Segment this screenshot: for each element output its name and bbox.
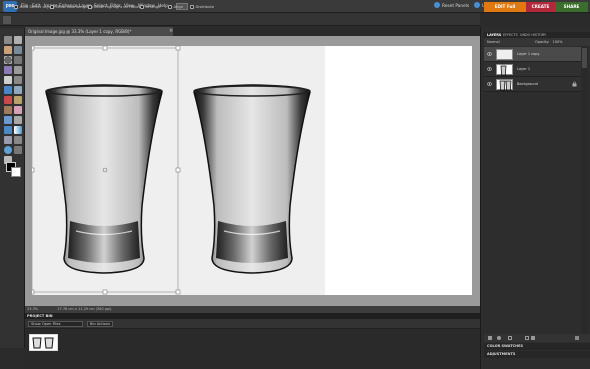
new-layer-icon[interactable] (488, 336, 492, 340)
healing-brush-tool-icon[interactable] (14, 96, 22, 104)
highlight-checkbox[interactable] (88, 4, 92, 9)
transform-handle[interactable] (102, 46, 108, 51)
lock-transparent-icon[interactable] (525, 336, 529, 340)
auto-select-layer-option[interactable]: Auto Select Layer (14, 4, 53, 10)
cookie-cutter-tool-icon[interactable] (4, 86, 12, 94)
show-highlight-option[interactable]: Show Highlight on Rollover (88, 4, 145, 10)
arrange-icon (140, 4, 144, 9)
shot-glass-right (193, 84, 311, 274)
show-bounding-box-option[interactable]: Show Bounding Box (50, 4, 93, 10)
clone-stamp-tool-icon[interactable] (4, 106, 12, 114)
align-icon (168, 4, 172, 9)
lasso-tool-icon[interactable] (14, 56, 22, 64)
trash-icon[interactable] (575, 336, 579, 340)
transform-handle[interactable] (32, 167, 35, 173)
transform-handle[interactable] (175, 46, 181, 51)
distribute-button[interactable]: Distribute (190, 4, 214, 10)
lock-icon[interactable] (572, 81, 577, 87)
brush-tool-icon[interactable] (4, 116, 12, 124)
hand-tool-icon[interactable] (4, 46, 12, 54)
smart-brush-tool-icon[interactable] (14, 116, 22, 124)
distribute-icon (190, 4, 194, 9)
bounding-box-checkbox[interactable] (50, 4, 54, 9)
eyedropper-tool-icon[interactable] (14, 46, 22, 54)
eye-icon[interactable] (487, 82, 492, 86)
eye-icon[interactable] (487, 67, 492, 71)
shape-tool-icon[interactable] (4, 136, 12, 144)
transform-handle[interactable] (175, 289, 181, 295)
layer-row[interactable]: Layer 1 copy (484, 47, 581, 62)
marquee-tool-icon[interactable] (4, 56, 12, 64)
paint-bucket-tool-icon[interactable] (4, 126, 12, 134)
lock-all-icon[interactable] (531, 336, 535, 340)
document-tab[interactable]: Original Image.jpg @ 33.3% (Layer 1 copy… (25, 27, 173, 36)
auto-select-checkbox[interactable] (14, 4, 18, 9)
show-open-files-dropdown[interactable]: Show Open Files (28, 321, 83, 327)
tool-grid (4, 36, 24, 164)
blur-tool-icon[interactable] (14, 136, 22, 144)
blend-mode-select[interactable]: Normal (487, 39, 517, 45)
arrange-button[interactable]: Arrange (140, 4, 161, 10)
reset-panels-button[interactable]: Reset Panels (434, 2, 469, 11)
move-tool-icon (3, 16, 11, 24)
pencil-tool-icon[interactable] (14, 146, 22, 154)
layers-scrollbar[interactable] (581, 46, 588, 334)
opacity-control[interactable]: Opacity: 100% (535, 39, 563, 45)
type-tool-icon[interactable] (4, 76, 12, 84)
document-dimensions: 17.78 cm x 11.29 cm (300 ppi) (57, 307, 112, 311)
layer-name: Background (517, 82, 538, 86)
sponge-tool-icon[interactable] (4, 146, 12, 154)
adjustment-layer-icon[interactable] (497, 336, 501, 340)
layer-name: Layer 1 copy (517, 52, 540, 56)
close-document-icon[interactable]: × (169, 29, 174, 34)
straighten-tool-icon[interactable] (14, 86, 22, 94)
layer-thumbnail (496, 49, 513, 60)
layer-row[interactable]: Background (484, 77, 581, 92)
zoom-readout: 33.3% (27, 307, 39, 311)
link-layers-icon[interactable] (508, 336, 512, 340)
eraser-tool-icon[interactable] (14, 106, 22, 114)
opacity-value[interactable]: 100% (553, 40, 563, 44)
magic-wand-tool-icon[interactable] (4, 66, 12, 74)
crop-tool-icon[interactable] (14, 76, 22, 84)
adjustments-panel-header[interactable]: ADJUSTMENTS (484, 351, 590, 358)
tab-edit[interactable]: EDIT Full (484, 2, 526, 12)
reset-panels-icon (434, 2, 440, 8)
transform-handle[interactable] (32, 46, 35, 51)
tab-create[interactable]: CREATE (526, 2, 555, 12)
transform-handle[interactable] (175, 167, 181, 173)
layer-row[interactable]: Layer 1 (484, 62, 581, 77)
zoom-tool-icon[interactable] (14, 36, 22, 44)
options-bar (0, 13, 480, 26)
layer-thumbnail (496, 79, 513, 91)
layer-name: Layer 1 (517, 67, 531, 71)
eye-icon[interactable] (487, 52, 492, 56)
gradient-tool-icon[interactable] (14, 126, 22, 134)
mode-tabs (483, 13, 590, 27)
undo-icon (474, 2, 480, 8)
move-tool-icon[interactable] (4, 36, 12, 44)
layer-thumbnail (496, 64, 513, 76)
transform-handle[interactable] (32, 289, 35, 295)
status-bar: 33.3% 17.78 cm x 11.29 cm (300 ppi) (25, 306, 480, 313)
bin-actions-button[interactable]: Bin Actions (87, 321, 113, 327)
transform-handle[interactable] (102, 289, 108, 295)
open-file-thumbnail[interactable] (29, 334, 58, 351)
selection-brush-tool-icon[interactable] (14, 66, 22, 74)
tab-share[interactable]: SHARE (555, 2, 588, 12)
red-eye-tool-icon[interactable] (4, 96, 12, 104)
background-color-swatch[interactable] (11, 167, 21, 177)
align-button[interactable]: Align (168, 4, 183, 10)
scrollbar-thumb[interactable] (582, 48, 587, 68)
canvas-artwork (32, 46, 311, 295)
color-swatches-panel-header[interactable]: COLOR SWATCHES (484, 343, 590, 350)
shot-glass-left (45, 84, 163, 274)
